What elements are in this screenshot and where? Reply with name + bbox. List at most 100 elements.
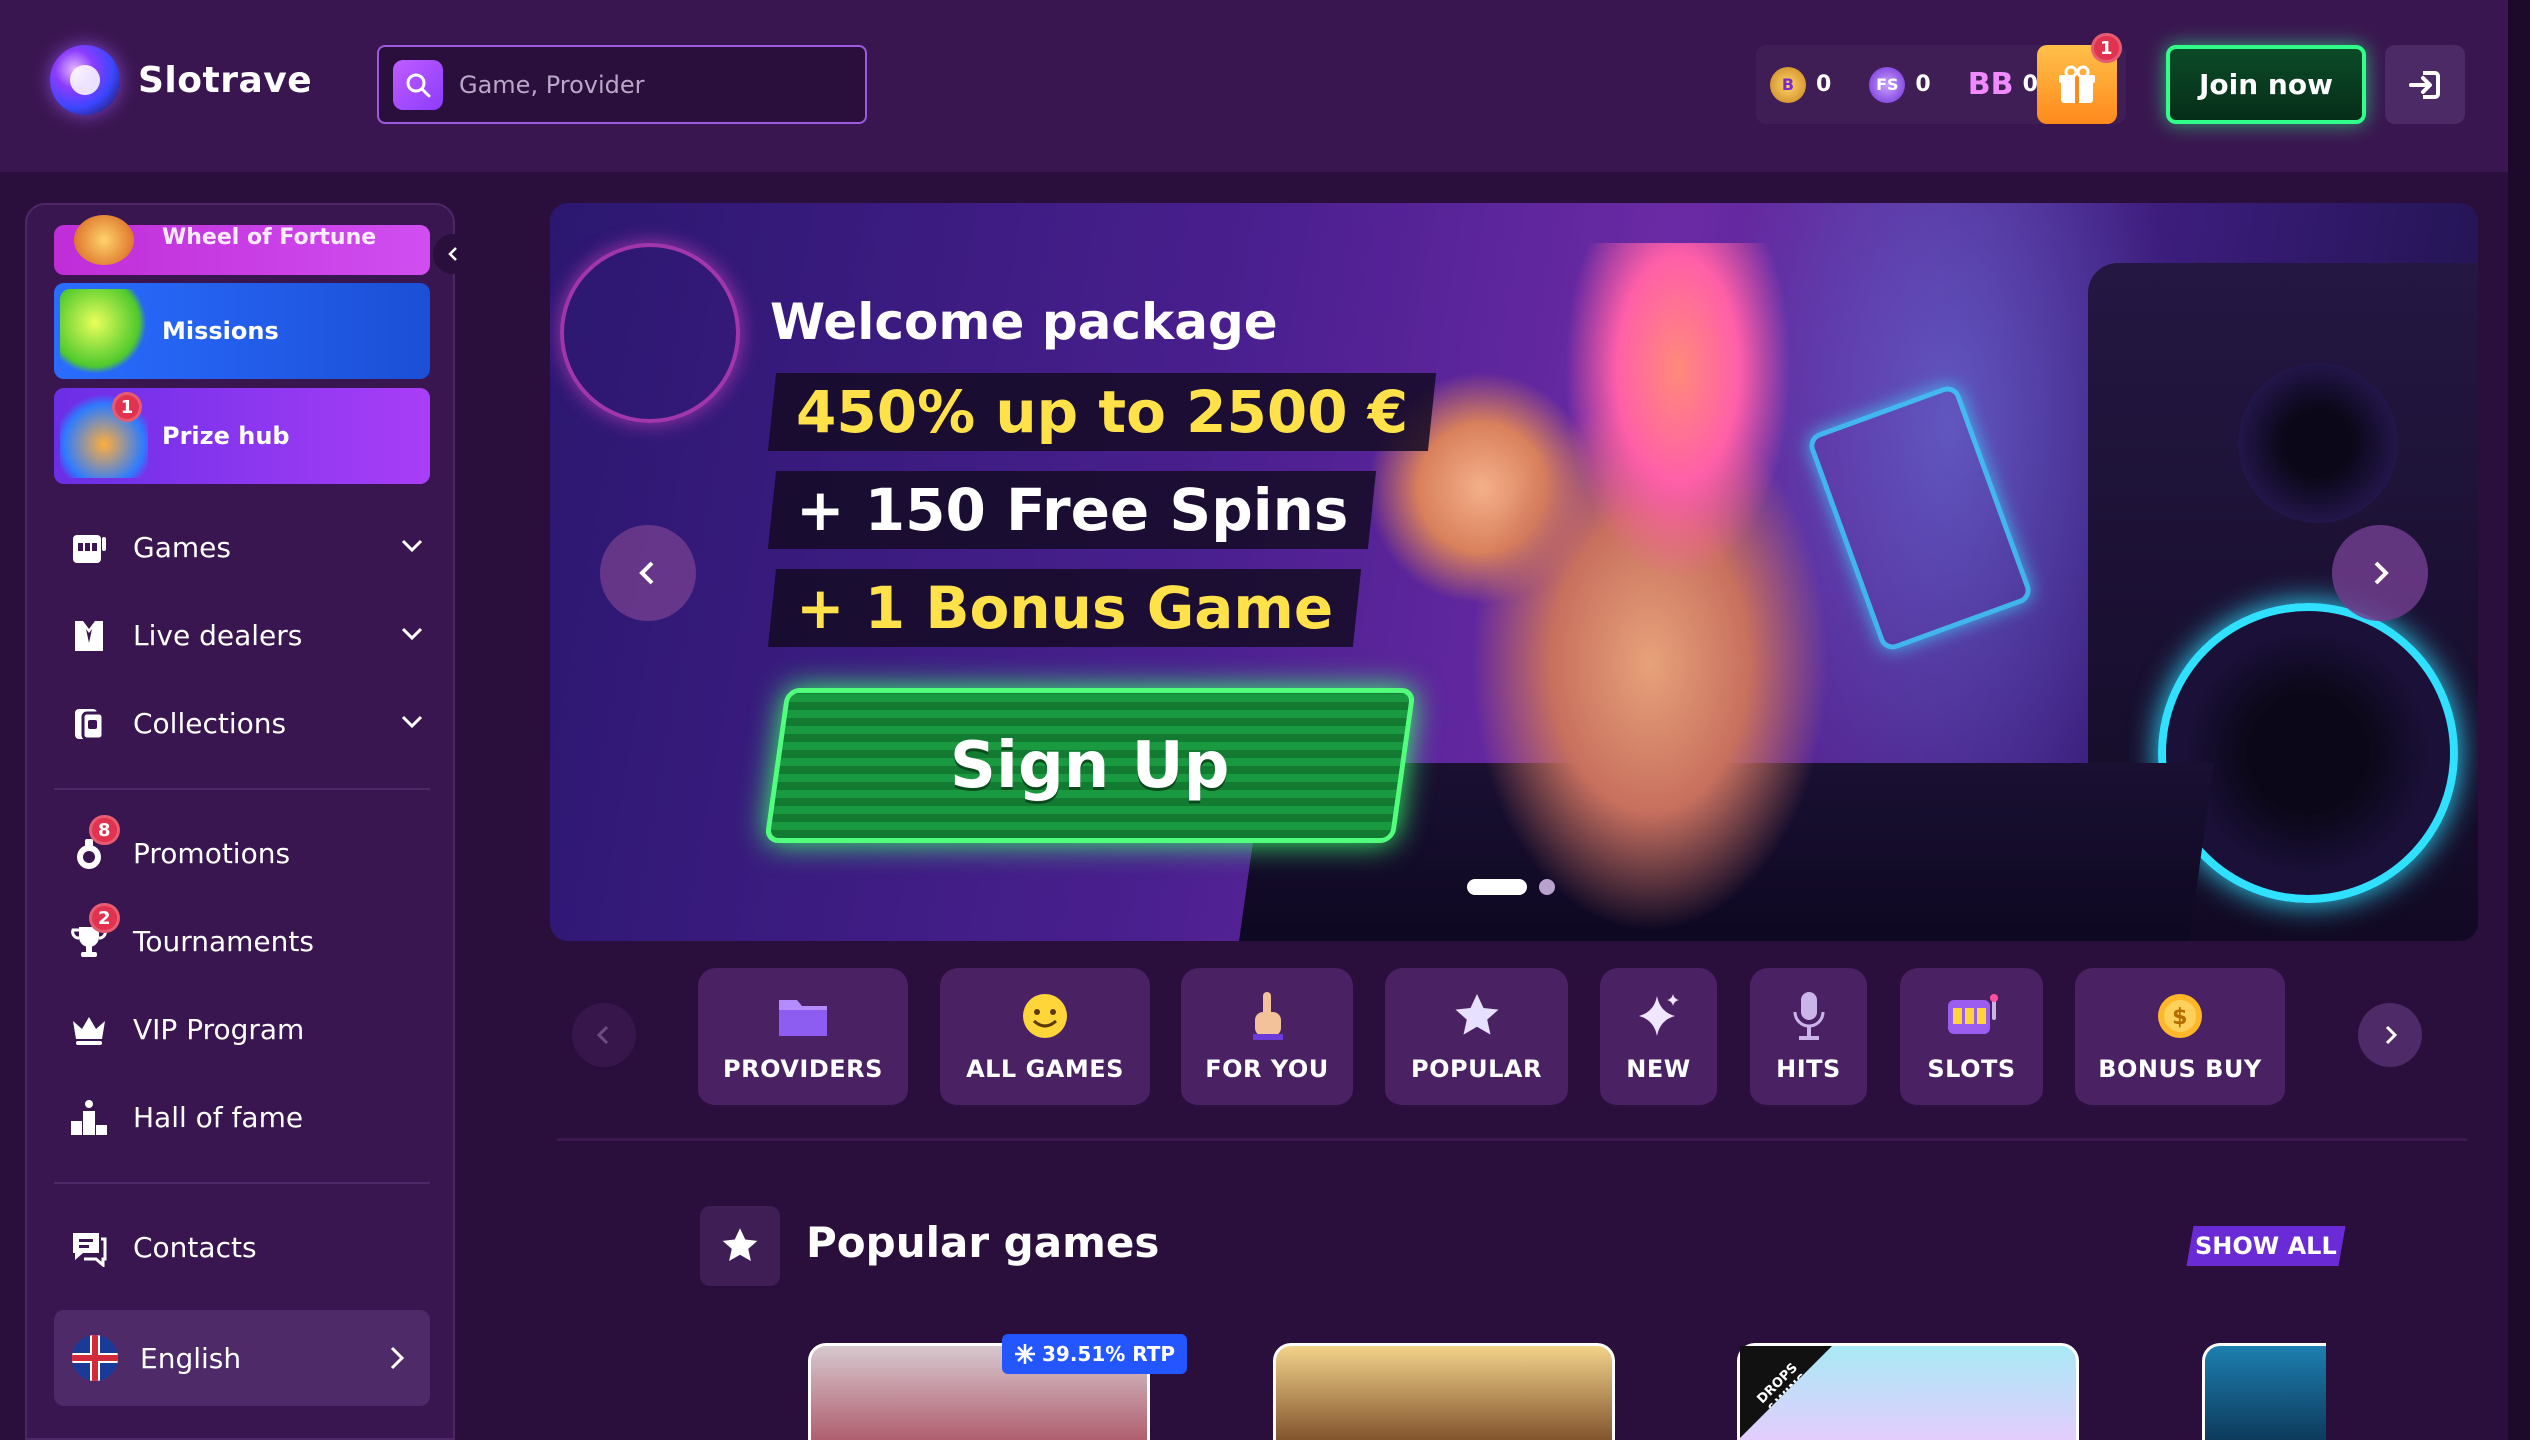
star-icon xyxy=(1449,988,1505,1044)
search-icon[interactable] xyxy=(393,59,443,110)
hero-banner[interactable]: Welcome package 450% up to 2500 € + 150 … xyxy=(550,203,2478,941)
bonus-buy-balance: BB 0 xyxy=(1967,67,2038,103)
logo-icon xyxy=(50,45,120,115)
sidebar-item-hall-of-fame[interactable]: Hall of fame xyxy=(67,1087,447,1147)
prize-hub-card[interactable]: 1 Prize hub xyxy=(54,388,430,484)
sidebar-item-games[interactable]: Games xyxy=(67,517,447,577)
sidebar-item-label: Hall of fame xyxy=(133,1100,304,1134)
category-providers[interactable]: PROVIDERS xyxy=(698,968,908,1108)
svg-text:$: $ xyxy=(2172,1005,2188,1030)
crown-icon xyxy=(67,1007,111,1051)
chevron-right-icon xyxy=(2374,561,2389,585)
chevron-down-icon xyxy=(401,627,423,641)
sign-up-button[interactable]: Sign Up xyxy=(764,688,1416,843)
slot-machine-icon xyxy=(1944,988,2000,1044)
category-label: FOR YOU xyxy=(1205,1055,1329,1083)
banner-next-button[interactable] xyxy=(2332,525,2428,621)
gift-button[interactable]: 1 xyxy=(2037,33,2122,124)
join-now-button[interactable]: Join now xyxy=(2166,45,2366,124)
dj-character-illustration xyxy=(1370,243,1930,941)
folder-icon xyxy=(775,988,831,1044)
search-box[interactable] xyxy=(377,45,867,124)
category-label: BONUS BUY xyxy=(2098,1055,2262,1083)
microphone-icon xyxy=(1781,988,1837,1044)
sidebar-item-label: Promotions xyxy=(133,836,291,870)
category-slots[interactable]: SLOTS xyxy=(1900,968,2043,1108)
speaker-tweeter xyxy=(2238,363,2398,523)
category-for-you[interactable]: FOR YOU xyxy=(1181,968,1353,1108)
missions-card[interactable]: Missions xyxy=(54,283,430,379)
sidebar-item-collections[interactable]: Collections xyxy=(67,693,447,753)
banner-dot-1[interactable] xyxy=(1467,879,1527,895)
rtp-badge: 39.51% RTP xyxy=(1002,1334,1188,1374)
banner-offer-1: 450% up to 2500 € xyxy=(767,373,1437,451)
neon-cherry-decoration xyxy=(560,243,740,423)
sidebar-item-promotions[interactable]: 8 Promotions xyxy=(67,815,447,883)
sidebar-item-label: Collections xyxy=(133,706,287,740)
category-bonus-buy[interactable]: $ BONUS BUY xyxy=(2075,968,2285,1108)
sidebar-divider xyxy=(54,1182,430,1184)
category-all-games[interactable]: ALL GAMES xyxy=(940,968,1150,1108)
banner-prev-button[interactable] xyxy=(600,525,696,621)
promotions-icon: 8 xyxy=(67,815,120,875)
coin-icon: B xyxy=(1770,66,1806,103)
top-header: Slotrave B 0 FS 0 BB 0 1 Join now xyxy=(0,0,2530,172)
game-tile[interactable] xyxy=(1273,1343,1615,1440)
chevron-left-icon xyxy=(596,1025,609,1045)
free-spins-value: 0 xyxy=(1915,72,1931,97)
popular-games-title: Popular games xyxy=(806,1218,1160,1267)
gift-icon xyxy=(2059,65,2095,103)
wheel-of-fortune-card[interactable]: Wheel of Fortune xyxy=(54,215,430,275)
sidebar-item-label: VIP Program xyxy=(133,1012,305,1046)
category-popular[interactable]: POPULAR xyxy=(1385,968,1568,1108)
missions-label: Missions xyxy=(162,317,279,345)
game-tile[interactable] xyxy=(2202,1343,2326,1440)
coin-icon: $ xyxy=(2152,988,2208,1044)
login-icon xyxy=(2409,70,2440,99)
categories-prev-button[interactable] xyxy=(572,1003,636,1067)
snowflake-icon xyxy=(1015,1344,1035,1364)
chevron-left-icon xyxy=(448,247,457,261)
scrollbar-track[interactable] xyxy=(2508,0,2530,1440)
star-icon xyxy=(722,1228,758,1262)
sidebar: Wheel of Fortune Missions 1 Prize hub Ga… xyxy=(25,203,455,1440)
pointing-hand-icon xyxy=(1239,988,1295,1044)
chevron-down-icon xyxy=(401,715,423,729)
show-all-button[interactable]: SHOW ALL xyxy=(2186,1226,2346,1266)
banner-pagination xyxy=(1467,879,1555,895)
missions-icon xyxy=(60,289,148,373)
sidebar-item-label: Contacts xyxy=(133,1230,257,1264)
banner-dot-2[interactable] xyxy=(1539,879,1555,895)
sidebar-item-vip-program[interactable]: VIP Program xyxy=(67,999,447,1059)
chat-icon xyxy=(67,1225,111,1269)
sparkle-icon xyxy=(1631,988,1687,1044)
chevron-left-icon xyxy=(639,561,654,585)
search-input[interactable] xyxy=(459,70,839,99)
category-hits[interactable]: HITS xyxy=(1750,968,1867,1108)
sidebar-divider xyxy=(54,788,430,790)
bonus-buy-icon: BB xyxy=(1967,67,2014,102)
podium-icon xyxy=(67,1095,111,1139)
logo-text: Slotrave xyxy=(138,59,313,101)
category-new[interactable]: NEW xyxy=(1600,968,1717,1108)
language-selector[interactable]: English xyxy=(54,1310,430,1406)
speaker-woofer xyxy=(2158,603,2458,903)
popular-games-icon xyxy=(700,1206,780,1286)
language-label: English xyxy=(140,1341,242,1375)
sidebar-collapse-button[interactable] xyxy=(433,234,473,274)
free-spins-icon: FS xyxy=(1869,66,1906,103)
category-label: POPULAR xyxy=(1411,1055,1542,1083)
live-dealers-icon xyxy=(67,613,111,657)
sidebar-item-tournaments[interactable]: 2 Tournaments xyxy=(67,903,447,971)
prize-hub-badge: 1 xyxy=(112,392,142,422)
sidebar-item-live-dealers[interactable]: Live dealers xyxy=(67,605,447,665)
banner-offer-3: + 1 Bonus Game xyxy=(767,569,1362,647)
categories-next-button[interactable] xyxy=(2358,1003,2422,1067)
promotions-badge: 8 xyxy=(89,815,120,845)
sidebar-item-label: Games xyxy=(133,530,231,564)
site-logo[interactable]: Slotrave xyxy=(50,45,312,115)
category-label: PROVIDERS xyxy=(723,1055,883,1083)
sidebar-item-contacts[interactable]: Contacts xyxy=(67,1217,447,1277)
chevron-right-icon xyxy=(2385,1025,2398,1045)
login-button[interactable] xyxy=(2385,45,2465,124)
